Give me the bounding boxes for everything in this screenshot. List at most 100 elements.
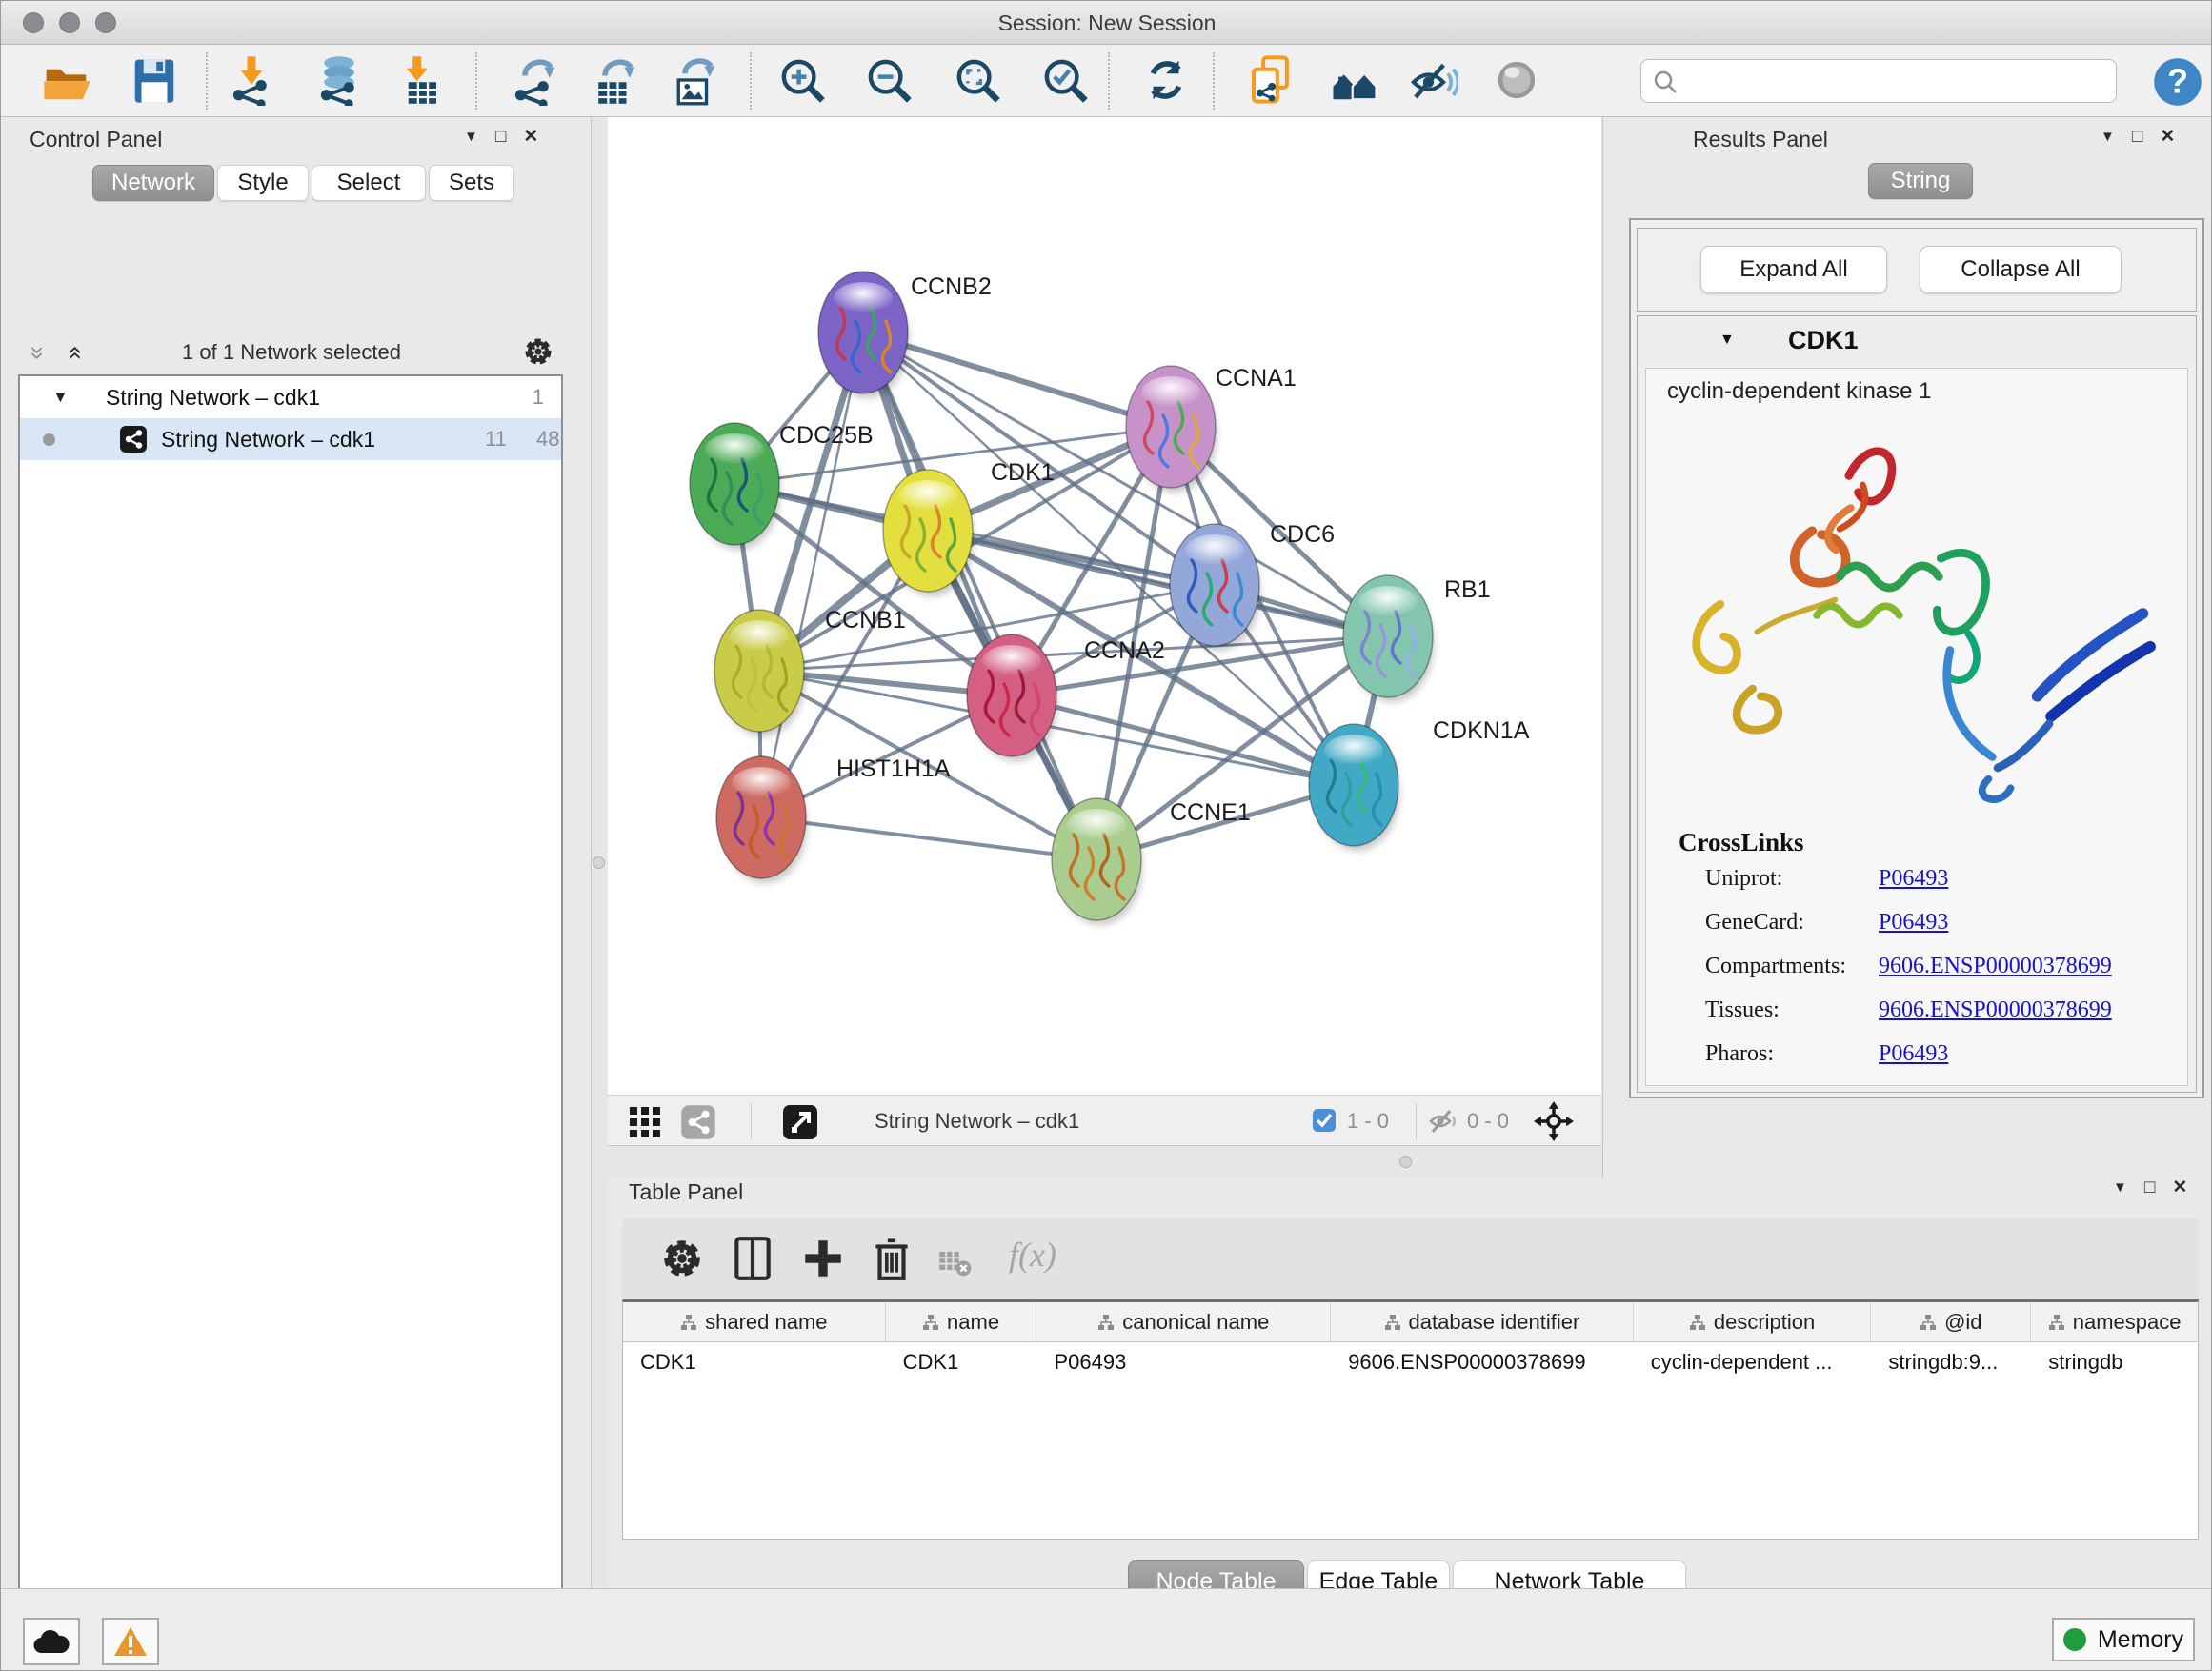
import-network-icon[interactable] [226,54,277,106]
network-node-cdc25b[interactable]: CDC25B [690,422,874,550]
network-edge[interactable] [863,332,1171,427]
warnings-button[interactable] [102,1618,159,1665]
crosslink-link[interactable]: 9606.ENSP00000378699 [1879,997,2112,1022]
network-node-hist1h1a[interactable]: HIST1H1A [716,755,951,883]
crosslink-link[interactable]: P06493 [1879,866,1948,891]
column-header: canonical name [1036,1302,1331,1341]
zoom-in-icon[interactable] [776,54,828,106]
zoom-selected-icon[interactable] [1039,54,1091,106]
navbar-separator [751,1103,752,1139]
clone-network-icon[interactable] [1245,54,1297,106]
horizontal-splitter-handle[interactable] [1399,1156,1412,1168]
network-edge[interactable] [761,817,1096,859]
selected-nodes-checkbox[interactable] [1313,1109,1336,1132]
close-panel-icon[interactable]: ✕ [523,127,538,148]
node-label: CCNB2 [911,273,992,300]
open-in-new-window-icon[interactable] [782,1104,818,1140]
entry-header[interactable]: ▼ CDK1 [1638,316,2196,366]
collapse-panel-icon[interactable]: ▼ [2101,127,2115,148]
hide-selected-icon[interactable] [1407,54,1458,106]
zoom-out-icon[interactable] [863,54,915,106]
collapse-panel-icon[interactable]: ▼ [464,127,478,148]
table-row[interactable]: CDK1 CDK1 P06493 9606.ENSP00000378699 cy… [623,1342,2198,1384]
network-view-canvas[interactable]: CCNB2CCNA1CDC25BCDK1CDC6RB1CCNB1CCNA2CDK… [608,117,1601,1095]
node-table[interactable]: shared name name canonical name database… [622,1299,2199,1540]
tab-select[interactable]: Select [312,165,426,201]
import-network-from-database-icon[interactable] [313,54,365,106]
close-panel-icon[interactable]: ✕ [2160,127,2175,148]
toolbar-separator [475,52,477,110]
table-options-gear-icon[interactable] [658,1235,706,1282]
tab-style[interactable]: Style [217,165,309,201]
import-table-icon[interactable] [393,54,445,106]
search-input[interactable] [1640,59,2117,103]
main-toolbar: ? [1,45,2212,117]
string-network-graph[interactable]: CCNB2CCNA1CDC25BCDK1CDC6RB1CCNB1CCNA2CDK… [608,117,1601,1095]
zoom-fit-icon[interactable] [952,54,1003,106]
control-panel: Control Panel ▼ □ ✕ Network Style Select… [1,117,592,1588]
float-panel-icon[interactable]: □ [2132,127,2142,148]
cloud-status-button[interactable] [23,1618,80,1665]
edge-count: 48 [536,427,559,452]
crosslink-link[interactable]: 9606.ENSP00000378699 [1879,954,2112,978]
column-type-icon [2048,1314,2065,1331]
crosslink-label: Uniprot: [1705,866,1782,891]
network-view-toolbar: String Network – cdk1 1 - 0 0 - 0 [608,1095,1601,1146]
show-all-icon[interactable] [1491,54,1542,106]
collection-expander-icon[interactable]: ▼ [52,388,69,407]
export-table-icon[interactable] [588,54,639,106]
save-session-icon[interactable] [129,54,180,106]
network-node-ccna1[interactable]: CCNA1 [1126,365,1297,493]
warning-icon [112,1625,149,1658]
close-panel-icon[interactable]: ✕ [2172,1178,2187,1198]
table-toolbar: f(x) [622,1218,2199,1299]
pan-crosshair-icon[interactable] [1534,1101,1574,1141]
title-bar: Session: New Session [1,1,2212,45]
network-options-gear-icon[interactable] [521,334,555,369]
column-type-icon [922,1314,939,1331]
crosslink-link[interactable]: P06493 [1879,1041,1948,1066]
column-type-icon [1689,1314,1706,1331]
node-label: CCNB1 [825,607,906,634]
tab-sets[interactable]: Sets [429,165,514,201]
collapse-panel-icon[interactable]: ▼ [2113,1178,2127,1198]
network-node-rb1[interactable]: RB1 [1343,575,1491,702]
window-title: Session: New Session [1,10,2212,36]
float-panel-icon[interactable]: □ [2144,1178,2155,1198]
tab-string-results[interactable]: String [1868,163,1973,199]
tab-network[interactable]: Network [92,165,214,201]
crosslinks-title: CrossLinks [1679,828,1804,857]
network-node-cdk1[interactable]: CDK1 [883,459,1055,596]
expand-all-button[interactable]: Expand All [1700,246,1887,293]
node-label: HIST1H1A [836,755,951,782]
memory-button[interactable]: Memory [2052,1618,2195,1661]
network-node-cdkn1a[interactable]: CDKN1A [1309,717,1530,851]
hidden-nodes-eye-icon [1429,1109,1459,1134]
network-edge[interactable] [761,332,863,817]
collection-label: String Network – cdk1 [106,385,320,411]
left-splitter-handle[interactable] [593,856,605,869]
first-neighbors-icon[interactable] [1329,54,1380,106]
show-columns-icon[interactable] [729,1235,776,1282]
expand-all-networks-icon[interactable]: » [24,346,53,359]
refresh-layout-icon[interactable] [1140,54,1192,106]
entry-expander-icon[interactable]: ▼ [1719,332,1735,349]
open-file-icon[interactable] [41,54,92,106]
control-panel-title: Control Panel [30,127,162,152]
network-node-ccnb2[interactable]: CCNB2 [818,272,992,398]
delete-column-icon[interactable] [868,1235,915,1282]
export-network-icon[interactable] [508,54,559,106]
collapse-all-button[interactable]: Collapse All [1920,246,2122,293]
birds-eye-view-icon[interactable] [629,1106,661,1138]
network-node-cdc6[interactable]: CDC6 [1170,521,1335,651]
help-icon[interactable]: ? [2152,56,2203,108]
collapse-all-networks-icon[interactable]: « [62,346,91,359]
crosslink-link[interactable]: P06493 [1879,910,1948,935]
float-panel-icon[interactable]: □ [495,127,506,148]
create-column-icon[interactable] [799,1235,847,1282]
export-image-icon[interactable] [668,54,719,106]
protein-structure-image [1665,418,2180,809]
string-network-gray-icon[interactable] [680,1104,716,1140]
network-row[interactable]: String Network – cdk1 11 48 [20,418,561,460]
network-collection-row[interactable]: ▼ String Network – cdk1 1 [20,376,561,418]
